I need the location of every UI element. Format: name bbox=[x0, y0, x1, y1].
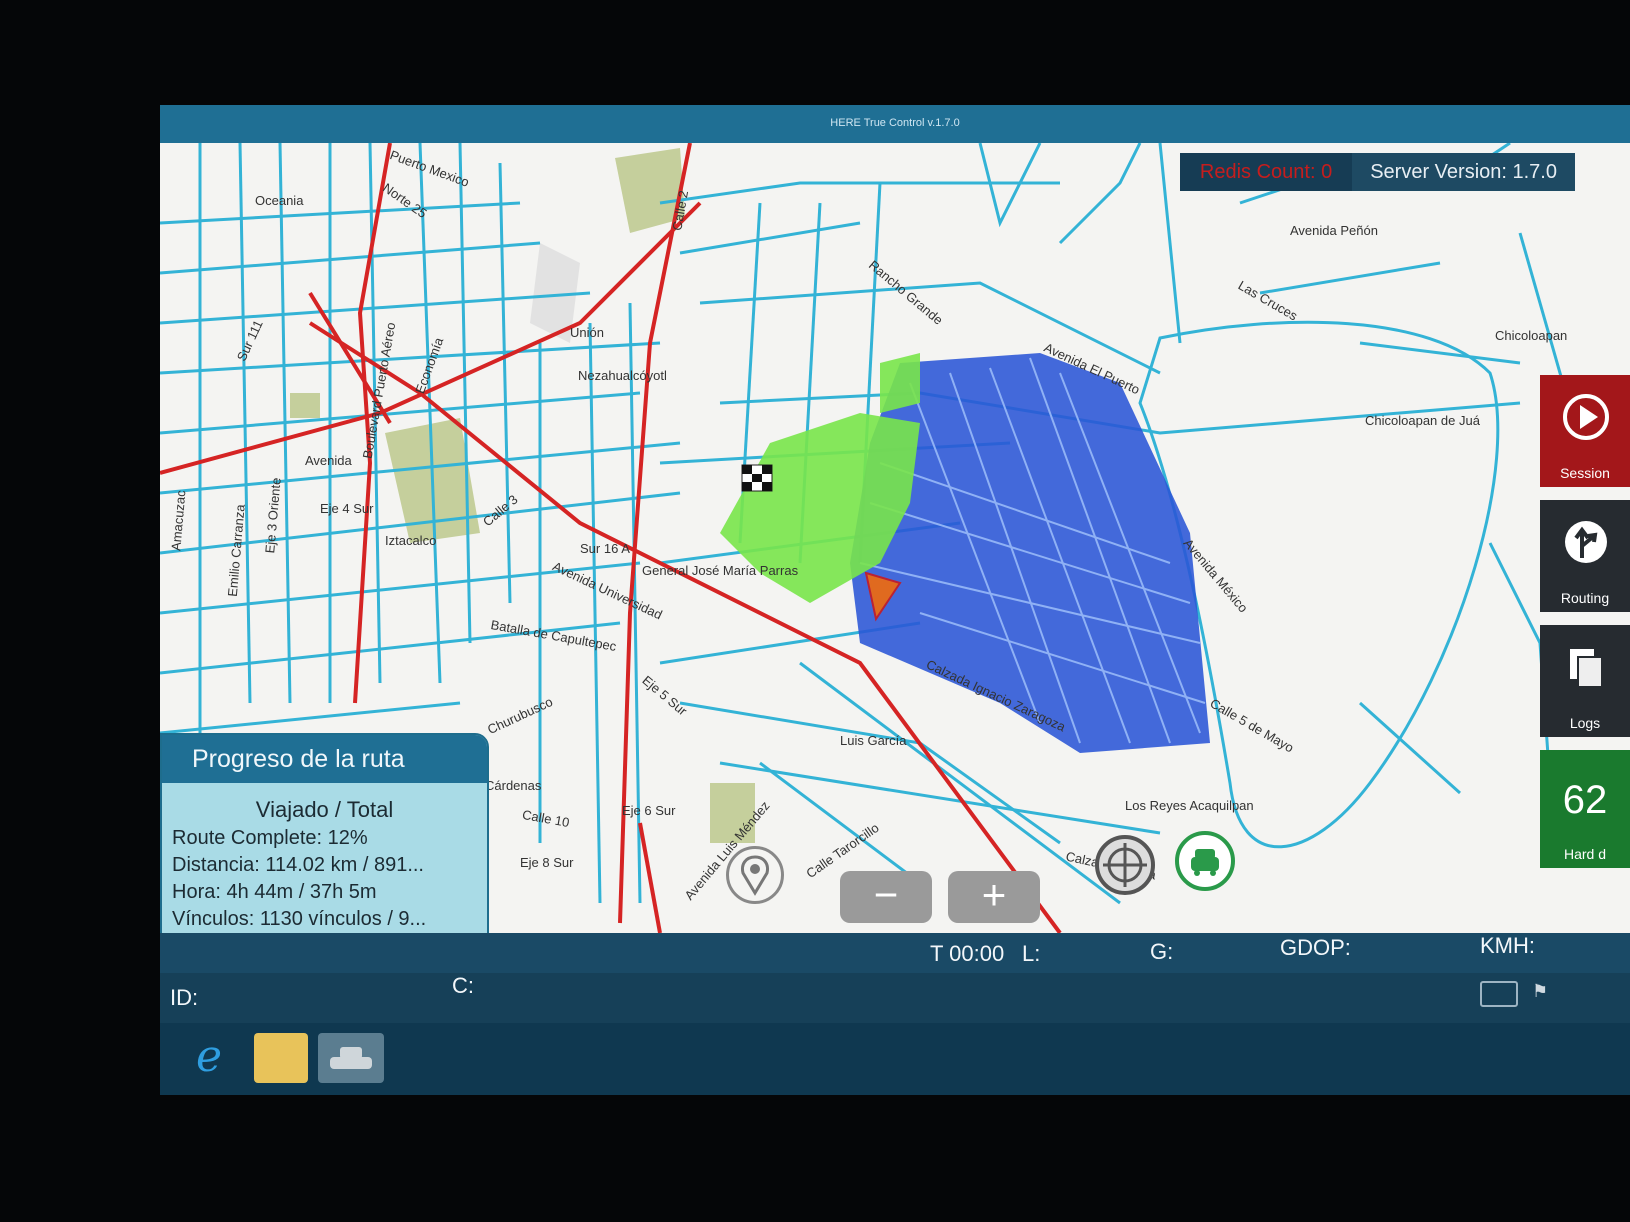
c-field: C: bbox=[452, 973, 474, 998]
street-label: Nezahualcóyotl bbox=[578, 368, 667, 383]
street-label: Sur 16 A bbox=[580, 541, 630, 556]
routing-button[interactable]: Routing bbox=[1540, 500, 1630, 612]
zoom-in-button[interactable]: + bbox=[948, 871, 1040, 923]
hard-drive-label: Hard d bbox=[1563, 846, 1607, 862]
status-bar: T 00:00 L: G: GDOP: KMH: ID: C: ⚑ bbox=[160, 933, 1630, 1023]
route-progress-panel: Progreso de la ruta Viajado / Total Rout… bbox=[160, 733, 489, 933]
progress-title: Progreso de la ruta bbox=[162, 735, 487, 783]
redis-count: Redis Count: 0 bbox=[1199, 160, 1333, 183]
l-field: L: bbox=[1022, 941, 1041, 966]
hard-drive-indicator[interactable]: 62 Hard d bbox=[1540, 750, 1630, 868]
session-label: Session bbox=[1560, 465, 1610, 481]
hard-drive-value: 62 bbox=[1562, 778, 1608, 822]
gdop-field: GDOP: bbox=[1280, 935, 1351, 960]
street-label: Avenida Peñón bbox=[1290, 223, 1378, 238]
play-icon bbox=[1563, 394, 1609, 440]
location-pin-button[interactable] bbox=[726, 846, 784, 904]
car-icon bbox=[330, 1047, 372, 1069]
location-pin-icon bbox=[741, 855, 769, 896]
kmh-field: KMH: bbox=[1480, 933, 1535, 958]
routing-label: Routing bbox=[1560, 590, 1610, 606]
follow-vehicle-button[interactable] bbox=[1175, 831, 1235, 891]
server-version: Server Version: 1.7.0 bbox=[1352, 153, 1575, 191]
crosshair-icon bbox=[1103, 843, 1147, 887]
keyboard-icon[interactable] bbox=[1480, 981, 1518, 1007]
taskbar: e bbox=[160, 1023, 1630, 1095]
timer-field: T 00:00 bbox=[930, 941, 1005, 966]
street-label: Chicoloapan bbox=[1495, 328, 1568, 343]
street-label: Oceania bbox=[255, 193, 304, 208]
flag-icon[interactable]: ⚑ bbox=[1532, 981, 1548, 1002]
window-title: HERE True Control v.1.7.0 bbox=[160, 105, 1630, 143]
street-label: Iztacalco bbox=[385, 533, 437, 548]
street-label: Unión bbox=[570, 325, 604, 340]
session-button[interactable]: Session bbox=[1540, 375, 1630, 487]
street-label: Eje 4 Sur bbox=[320, 501, 374, 516]
route-complete-text: Route Complete: 12% bbox=[172, 827, 368, 849]
turn-arrow-icon bbox=[1565, 521, 1607, 563]
folder-icon[interactable] bbox=[254, 1033, 308, 1083]
g-field: G: bbox=[1150, 939, 1174, 964]
app-window: HERE True Control v.1.7.0 Puerto Mexico … bbox=[160, 105, 1630, 1095]
logs-button[interactable]: Logs bbox=[1540, 625, 1630, 737]
progress-subtitle: Viajado / Total bbox=[255, 797, 394, 822]
street-label: Eje 8 Sur bbox=[520, 855, 574, 870]
internet-explorer-icon[interactable]: e bbox=[182, 1033, 236, 1083]
time-text: Hora: 4h 44m / 37h 5m bbox=[172, 881, 377, 903]
id-field: ID: bbox=[170, 985, 199, 1010]
street-label: Luis García bbox=[840, 733, 907, 748]
street-label: Chicoloapan de Juá bbox=[1365, 413, 1480, 428]
finish-flag-icon bbox=[741, 464, 773, 492]
zoom-out-button[interactable]: − bbox=[840, 871, 932, 923]
map-view[interactable]: Puerto Mexico Oceania Norte 25 Sur 111 U… bbox=[160, 143, 1630, 933]
street-label: Cárdenas bbox=[485, 778, 542, 793]
distance-text: Distancia: 114.02 km / 891... bbox=[172, 854, 424, 876]
recenter-button[interactable] bbox=[1095, 835, 1155, 895]
street-label: Avenida bbox=[305, 453, 352, 468]
street-label: General José María Parras bbox=[642, 563, 799, 578]
documents-icon bbox=[1570, 649, 1603, 688]
street-label: Eje 6 Sur bbox=[622, 803, 676, 818]
true-control-app-icon[interactable] bbox=[318, 1033, 384, 1083]
server-status-bar: Redis Count: 0 Server Version: 1.7.0 bbox=[1179, 153, 1575, 191]
logs-label: Logs bbox=[1569, 715, 1601, 731]
street-label: Los Reyes Acaquilpan bbox=[1125, 798, 1254, 813]
links-text: Vínculos: 1130 vínculos / 9... bbox=[172, 908, 427, 930]
car-icon bbox=[1191, 849, 1219, 876]
